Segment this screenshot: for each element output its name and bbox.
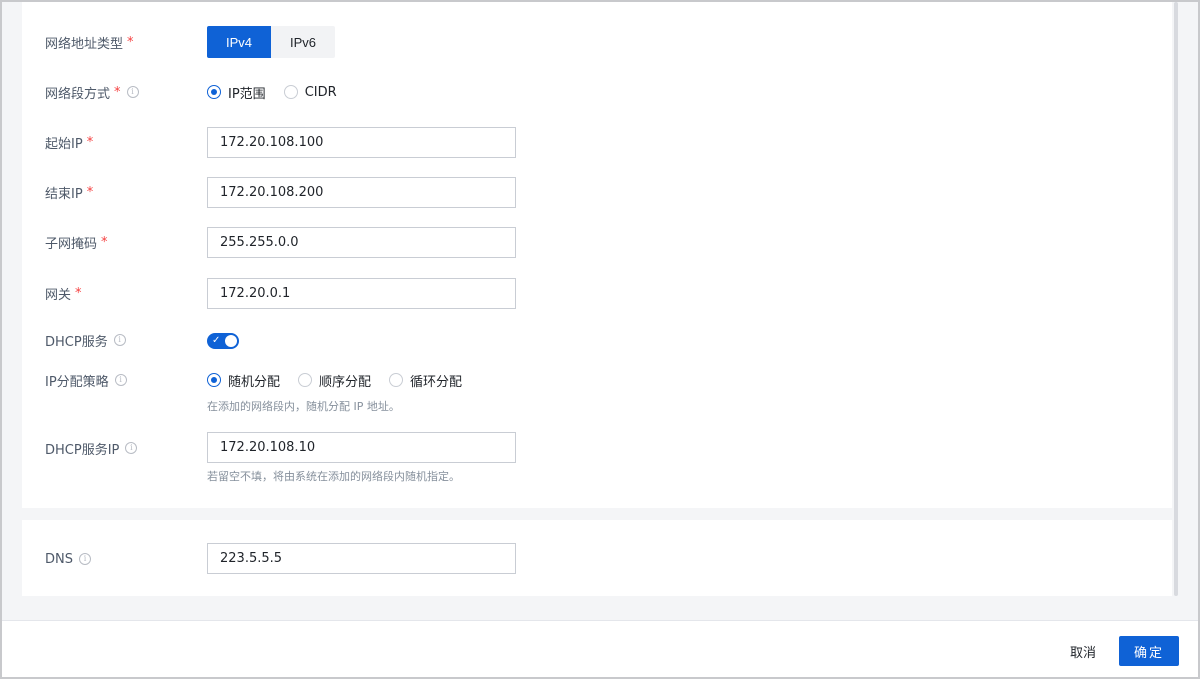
ipv6-button[interactable]: IPv6 — [271, 26, 335, 58]
segment-mode-label-text: 网络段方式 — [45, 86, 111, 102]
ipv4-button[interactable]: IPv4 — [207, 26, 271, 58]
info-icon[interactable]: i — [79, 553, 91, 565]
dhcp-ip-label: DHCP服务IP i — [45, 439, 138, 458]
address-type-label: 网络地址类型 * — [45, 33, 134, 52]
subnet-mask-label: 子网掩码 * — [45, 233, 108, 252]
info-icon[interactable]: i — [126, 86, 139, 98]
end-ip-label-text: 结束IP — [45, 186, 83, 202]
start-ip-label: 起始IP * — [45, 133, 94, 152]
required-mark: * — [114, 84, 121, 100]
required-mark: * — [127, 34, 134, 50]
ip-strategy-hint: 在添加的网络段内，随机分配 IP 地址。 — [207, 400, 400, 413]
check-icon: ✓ — [212, 335, 221, 346]
gateway-label: 网关 * — [45, 284, 82, 303]
ip-strategy-label: IP分配策略 i — [45, 371, 127, 390]
scrollbar[interactable] — [1174, 2, 1178, 596]
required-mark: * — [101, 234, 108, 250]
segment-mode-label: 网络段方式 * i — [45, 83, 139, 102]
dhcp-ip-hint: 若留空不填，将由系统在添加的网络段内随机指定。 — [207, 470, 460, 483]
network-form-card — [22, 2, 1172, 508]
start-ip-input[interactable] — [207, 127, 516, 158]
end-ip-label: 结束IP * — [45, 183, 94, 202]
dhcp-service-label-text: DHCP服务 — [45, 334, 108, 350]
gateway-input[interactable] — [207, 278, 516, 309]
subnet-mask-input[interactable] — [207, 227, 516, 258]
info-icon[interactable]: i — [114, 374, 127, 386]
cancel-button[interactable]: 取消 — [1058, 636, 1108, 666]
radio-cidr[interactable]: CIDR — [283, 84, 337, 100]
ip-strategy-label-text: IP分配策略 — [45, 374, 109, 390]
confirm-button[interactable]: 确定 — [1119, 636, 1179, 666]
address-type-segmented: IPv4 IPv6 — [207, 26, 335, 58]
dhcp-ip-label-text: DHCP服务IP — [45, 442, 120, 458]
address-type-label-text: 网络地址类型 — [45, 36, 124, 52]
required-mark: * — [86, 184, 94, 200]
dns-label-text: DNS — [45, 551, 73, 567]
ip-strategy-radio-group: 随机分配 顺序分配 循环分配 — [207, 370, 480, 390]
subnet-mask-label-text: 子网掩码 — [45, 236, 98, 252]
radio-random[interactable]: 随机分配 — [207, 371, 280, 390]
radio-label: 随机分配 — [228, 374, 281, 390]
required-mark: * — [86, 134, 94, 150]
dhcp-service-label: DHCP服务 i — [45, 331, 126, 350]
required-mark: * — [75, 285, 82, 301]
toggle-knob — [225, 335, 237, 347]
dns-label: DNS i — [45, 550, 91, 568]
radio-label: IP范围 — [228, 86, 266, 102]
dialog-footer — [2, 620, 1198, 677]
radio-unchecked-icon — [298, 373, 313, 387]
radio-unchecked-icon — [283, 85, 298, 99]
end-ip-input[interactable] — [207, 177, 516, 208]
radio-label: 循环分配 — [410, 374, 463, 390]
radio-ip-range[interactable]: IP范围 — [207, 83, 266, 102]
dns-form-card — [22, 520, 1172, 596]
dns-input[interactable] — [207, 543, 516, 574]
radio-checked-icon — [207, 85, 221, 99]
gateway-label-text: 网关 — [45, 287, 72, 303]
radio-label: 顺序分配 — [319, 374, 372, 390]
radio-round-robin[interactable]: 循环分配 — [389, 371, 462, 390]
start-ip-label-text: 起始IP — [45, 136, 83, 152]
segment-mode-radio-group: IP范围 CIDR — [207, 82, 355, 102]
radio-checked-icon — [207, 373, 221, 387]
info-icon[interactable]: i — [125, 442, 138, 454]
radio-label: CIDR — [304, 84, 337, 100]
info-icon[interactable]: i — [113, 334, 126, 346]
dhcp-service-toggle[interactable]: ✓ — [207, 333, 239, 349]
dhcp-ip-input[interactable] — [207, 432, 516, 463]
radio-sequential[interactable]: 顺序分配 — [298, 371, 371, 390]
radio-unchecked-icon — [389, 373, 404, 387]
dialog-frame: 网络地址类型 * IPv4 IPv6 网络段方式 * i IP范围 CIDR 起… — [0, 0, 1200, 679]
